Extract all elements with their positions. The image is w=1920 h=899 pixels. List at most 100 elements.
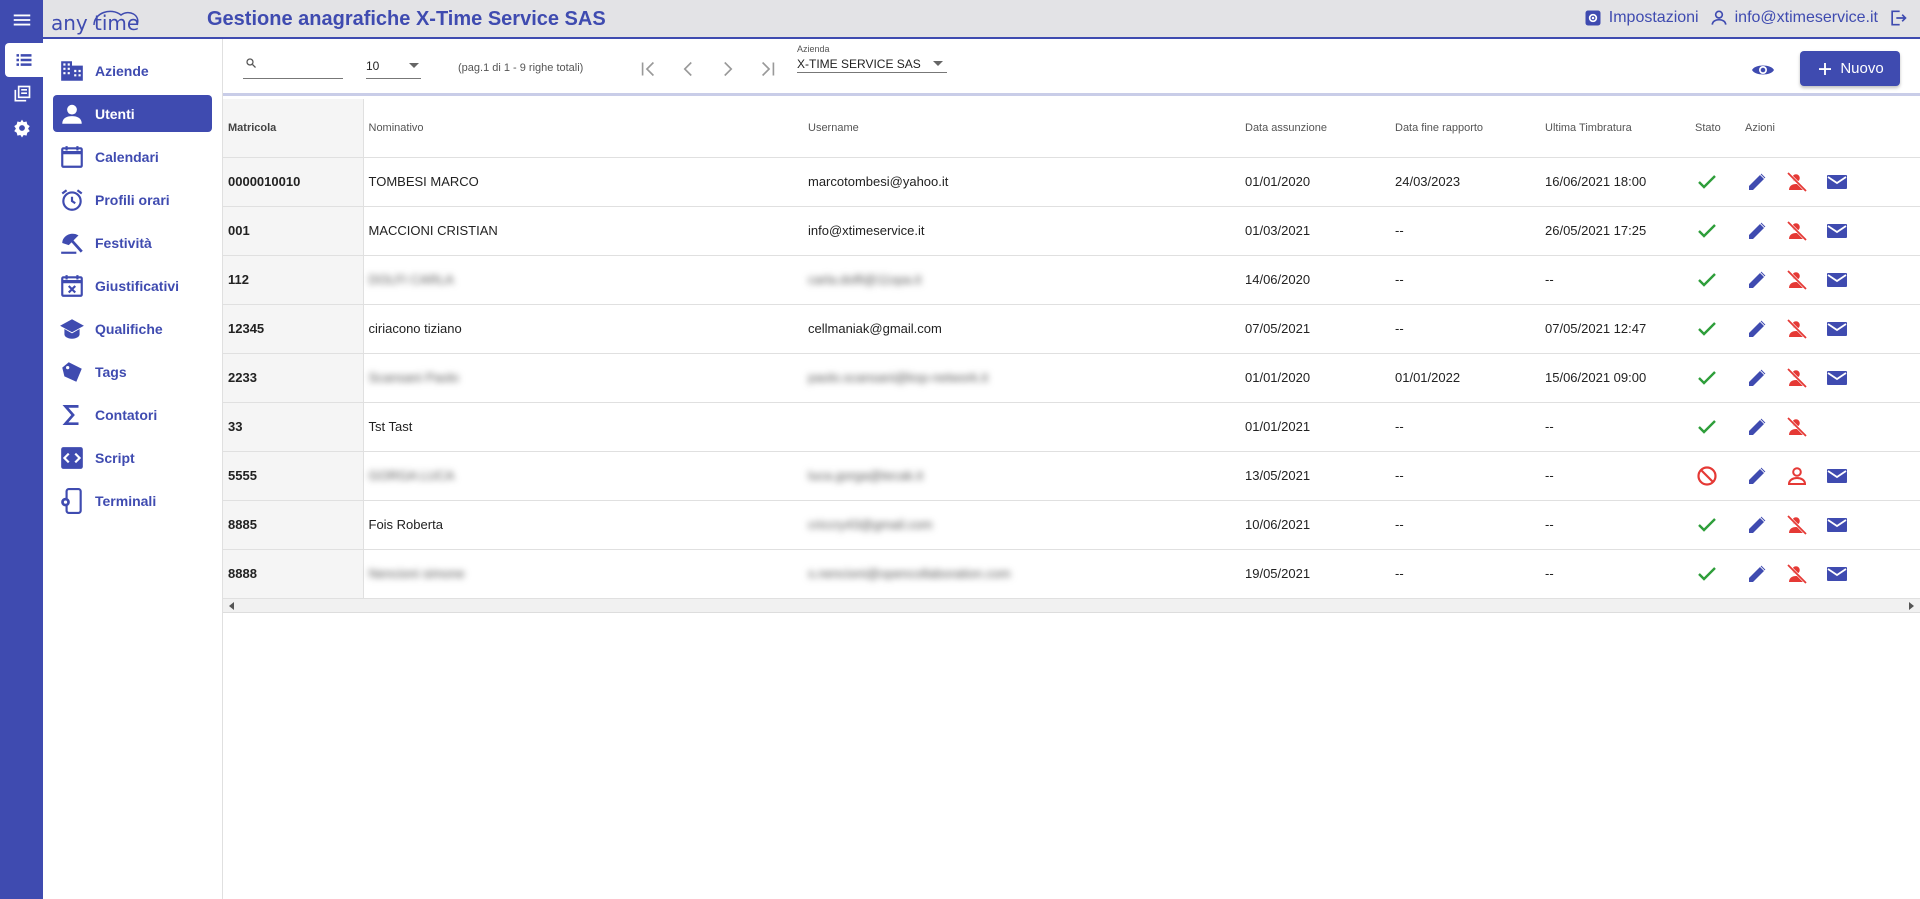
mail-icon[interactable] — [1825, 366, 1849, 390]
edit-icon[interactable] — [1745, 415, 1769, 439]
mail-icon[interactable] — [1825, 219, 1849, 243]
edit-icon[interactable] — [1745, 170, 1769, 194]
cell-username: s.nencioni@opencollaboration.com — [803, 549, 1240, 599]
sidebar-item-label: Tags — [95, 363, 127, 380]
logout-button[interactable] — [1888, 8, 1908, 28]
table-row[interactable]: 8888 Nencioni simone s.nencioni@opencollab… — [223, 549, 1920, 599]
column-header[interactable]: Data fine rapporto — [1390, 99, 1540, 158]
mail-icon[interactable] — [1825, 464, 1849, 488]
azienda-value: X-TIME SERVICE SAS — [797, 57, 921, 71]
table-row[interactable]: 33 Tst Tast 01/01/2021 -- -- — [223, 402, 1920, 452]
search-icon — [246, 58, 256, 68]
edit-icon[interactable] — [1745, 513, 1769, 537]
sidebar-item-script[interactable]: Script — [53, 439, 212, 476]
sidebar-item-terminali[interactable]: Terminali — [53, 482, 212, 519]
users-table: Matricola Nominativo Username Data assun… — [223, 99, 1920, 613]
settings-label: Impostazioni — [1608, 9, 1699, 26]
table-row[interactable]: 5555 GORGA LUCA luca.gorga@tecak.it 13/05/2… — [223, 451, 1920, 501]
rail-settings-button[interactable] — [0, 111, 43, 145]
sidebar-item-contatori[interactable]: Contatori — [53, 396, 212, 433]
sidebar-item-tags[interactable]: Tags — [53, 353, 212, 390]
page-size-value: 10 — [366, 59, 380, 73]
cell-matricola: 112 — [223, 255, 364, 305]
sidebar-item-calendari[interactable]: Calendari — [53, 138, 212, 175]
first-page-icon[interactable] — [635, 56, 661, 82]
new-button[interactable]: Nuovo — [1800, 51, 1900, 86]
menu-icon[interactable] — [0, 0, 43, 39]
sidebar-item-label: Qualifiche — [95, 320, 163, 337]
settings-link[interactable]: Impostazioni — [1583, 8, 1699, 28]
person-off-icon[interactable] — [1785, 268, 1809, 292]
sidebar-item-label: Utenti — [95, 105, 135, 122]
sidebar-item-qualifiche[interactable]: Qualifiche — [53, 310, 212, 347]
sidebar-item-utenti[interactable]: Utenti — [53, 95, 212, 132]
logout-icon — [1891, 10, 1907, 26]
table-row[interactable]: 0000010010 TOMBESI MARCO marcotombesi@yaho… — [223, 157, 1920, 207]
sidebar-item-profili-orari[interactable]: Profili orari — [53, 181, 212, 218]
scroll-right-icon[interactable] — [1909, 601, 1914, 610]
person-off-icon[interactable] — [1785, 317, 1809, 341]
cell-data-fine-rapporto: -- — [1390, 402, 1540, 452]
azienda-label: Azienda — [797, 44, 830, 54]
search-input[interactable] — [243, 55, 343, 79]
azienda-select[interactable]: Azienda X-TIME SERVICE SAS — [797, 44, 947, 73]
column-header[interactable]: Ultima Timbratura — [1540, 99, 1690, 158]
page-size-select[interactable]: 10 — [366, 59, 421, 79]
mail-icon[interactable] — [1825, 170, 1849, 194]
person-off-icon[interactable] — [1785, 170, 1809, 194]
user-menu[interactable]: info@xtimeservice.it — [1709, 8, 1878, 28]
sidebar-item-giustificativi[interactable]: Giustificativi — [53, 267, 212, 304]
mail-icon[interactable] — [1825, 562, 1849, 586]
table-row[interactable]: 001 MACCIONI CRISTIAN info@xtimeservice.it… — [223, 206, 1920, 256]
person-off-icon[interactable] — [1785, 562, 1809, 586]
edit-icon[interactable] — [1745, 562, 1769, 586]
prev-page-icon[interactable] — [675, 56, 701, 82]
column-header[interactable]: Data assunzione — [1240, 99, 1390, 158]
cell-data-fine-rapporto: 24/03/2023 — [1390, 157, 1540, 207]
next-page-icon[interactable] — [715, 56, 741, 82]
eye-icon[interactable] — [1751, 58, 1775, 82]
column-header[interactable]: Nominativo — [363, 99, 803, 158]
mail-icon[interactable] — [1825, 268, 1849, 292]
edit-icon[interactable] — [1745, 317, 1769, 341]
person-off-icon[interactable] — [1785, 415, 1809, 439]
cell-nominativo: TOMBESI MARCO — [363, 157, 803, 207]
check-icon — [1695, 268, 1740, 292]
page-title: Gestione anagrafiche X-Time Service SAS — [207, 8, 606, 30]
column-header[interactable]: Stato — [1690, 99, 1740, 158]
person-off-icon[interactable] — [1785, 513, 1809, 537]
svg-text:time: time — [94, 11, 139, 35]
sidebar-item-festivita[interactable]: Festività — [53, 224, 212, 261]
mail-icon[interactable] — [1825, 317, 1849, 341]
tag-icon — [62, 361, 82, 382]
sidebar-item-aziende[interactable]: Aziende — [53, 52, 212, 89]
table-row[interactable]: 2233 Scansani Paolo paolo.scansani@ksp-net… — [223, 353, 1920, 403]
alarm-clock-icon — [61, 188, 83, 211]
person-off-icon[interactable] — [1785, 366, 1809, 390]
rail-list-button[interactable] — [5, 43, 43, 77]
cell-ultima-timbratura: 07/05/2021 12:47 — [1540, 304, 1690, 354]
column-header[interactable]: Matricola — [223, 99, 364, 158]
sidebar-item-label: Giustificativi — [95, 277, 180, 294]
gear-icon — [13, 119, 30, 138]
table-row[interactable]: 8885 Fois Roberta criccry43@gmail.com 10/06… — [223, 500, 1920, 550]
sigma-icon — [62, 404, 79, 425]
person-icon — [62, 104, 82, 124]
horizontal-scrollbar[interactable] — [223, 598, 1920, 613]
rail-library-button[interactable] — [0, 77, 43, 111]
person-off-icon[interactable] — [1785, 219, 1809, 243]
column-header[interactable]: Username — [803, 99, 1240, 158]
edit-icon[interactable] — [1745, 366, 1769, 390]
table-row[interactable]: 12345 ciriacono tiziano cellmaniak@gmail.c… — [223, 304, 1920, 354]
last-page-icon[interactable] — [755, 56, 781, 82]
mail-icon[interactable] — [1825, 513, 1849, 537]
table-row[interactable]: 112 DOLFI CARLA carla.dolfi@11spa.it 14/06/… — [223, 255, 1920, 305]
scroll-left-icon[interactable] — [229, 601, 234, 610]
check-icon — [1695, 317, 1740, 341]
edit-icon[interactable] — [1745, 219, 1769, 243]
cell-matricola: 33 — [223, 402, 364, 452]
person-icon[interactable] — [1785, 464, 1809, 488]
edit-icon[interactable] — [1745, 268, 1769, 292]
edit-icon[interactable] — [1745, 464, 1769, 488]
cell-username: luca.gorga@tecak.it — [803, 451, 1240, 501]
